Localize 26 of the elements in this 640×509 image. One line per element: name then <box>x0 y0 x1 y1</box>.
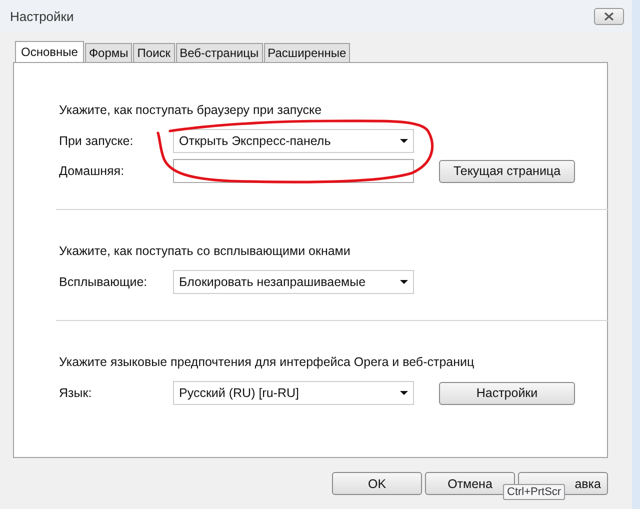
tab[interactable]: Расширенные <box>264 43 350 62</box>
window-title: Настройки <box>10 8 74 24</box>
dropdown[interactable]: Блокировать незапрашиваемые <box>173 270 414 294</box>
tab[interactable]: Поиск <box>133 43 175 62</box>
dropdown[interactable]: Русский (RU) [ru-RU] <box>173 381 414 405</box>
section-heading: Укажите, как поступать браузеру при запуске <box>59 103 323 117</box>
dialog-button[interactable]: OK <box>332 472 422 495</box>
caret-icon <box>400 391 408 395</box>
tab[interactable]: Основные <box>15 41 84 62</box>
tab[interactable]: Веб-страницы <box>176 43 263 62</box>
close-button[interactable] <box>594 8 624 24</box>
tab[interactable]: Формы <box>84 43 132 62</box>
section-heading: Укажите языковые предпочтения для интерфейса Opera и веб-страниц <box>59 355 476 369</box>
tooltip: Ctrl+PrtScr <box>503 484 566 500</box>
close-icon <box>604 12 614 20</box>
field-label: Домашняя: <box>59 164 126 178</box>
push-button[interactable]: Настройки <box>439 382 575 404</box>
section-heading: Укажите, как поступать со всплывающими окнами <box>59 244 352 258</box>
dropdown[interactable]: Открыть Экспресс-панель <box>173 129 414 153</box>
caret-icon <box>400 139 408 143</box>
caret-icon <box>400 280 408 284</box>
field-label: При запуске: <box>59 134 134 148</box>
field-label: Всплывающие: <box>59 275 148 289</box>
field-label: Язык: <box>59 386 93 400</box>
push-button[interactable]: Текущая страница <box>439 160 575 182</box>
input-field[interactable] <box>173 159 414 183</box>
